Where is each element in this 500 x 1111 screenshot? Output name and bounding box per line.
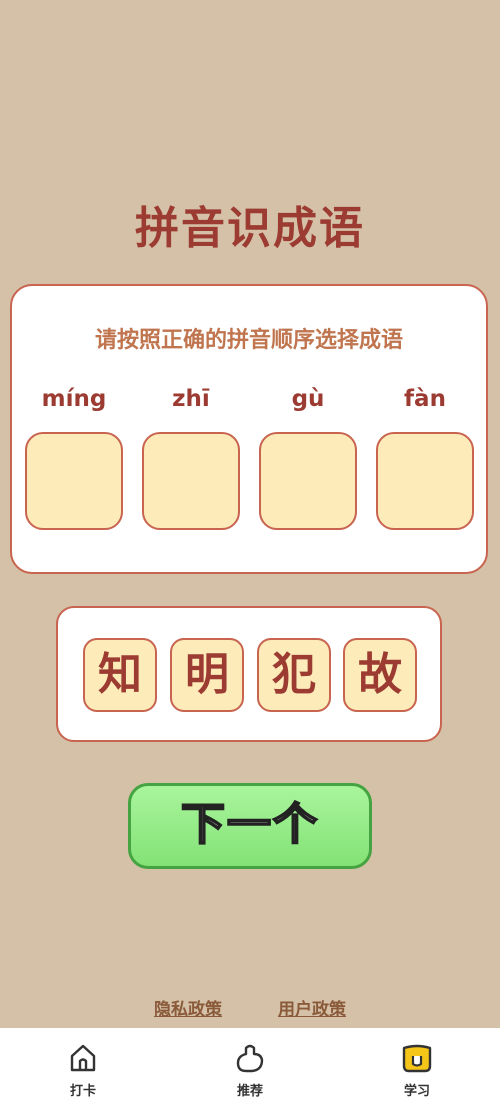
choice-tile-1[interactable]: 知	[83, 638, 157, 712]
tab-study[interactable]: 学习	[367, 1028, 467, 1111]
answer-slot-1[interactable]	[25, 432, 123, 530]
page-title: 拼音识成语	[135, 203, 365, 254]
pinyin-4: fàn	[404, 386, 446, 412]
tab-checkin-label: 打卡	[69, 1084, 96, 1099]
pinyin-2: zhī	[172, 386, 210, 412]
bottom-tab-bar: 打卡 推荐 学习	[0, 1028, 500, 1111]
next-button[interactable]: 下一个	[128, 783, 372, 869]
choice-tile-4[interactable]: 故	[343, 638, 417, 712]
privacy-policy-link[interactable]: 隐私政策	[154, 995, 222, 1020]
question-card: 请按照正确的拼音顺序选择成语 míng zhī gù fàn	[10, 284, 488, 574]
tab-checkin[interactable]: 打卡	[33, 1028, 133, 1111]
tab-recommend[interactable]: 推荐	[200, 1028, 300, 1111]
choice-tile-3[interactable]: 犯	[257, 638, 331, 712]
tab-recommend-label: 推荐	[236, 1084, 263, 1099]
choice-tile-2[interactable]: 明	[170, 638, 244, 712]
tab-study-label: 学习	[403, 1084, 430, 1099]
answer-slot-3[interactable]	[259, 432, 357, 530]
answer-slot-2[interactable]	[142, 432, 240, 530]
thumb-icon	[236, 1044, 264, 1073]
answer-slot-4[interactable]	[376, 432, 474, 530]
choice-panel: 知 明 犯 故	[56, 606, 442, 742]
instruction-text: 请按照正确的拼音顺序选择成语	[94, 328, 403, 353]
home-icon	[70, 1044, 96, 1072]
pinyin-1: míng	[41, 386, 107, 412]
user-policy-link[interactable]: 用户政策	[278, 995, 346, 1020]
pinyin-3: gù	[291, 386, 325, 412]
study-icon	[402, 1044, 432, 1073]
